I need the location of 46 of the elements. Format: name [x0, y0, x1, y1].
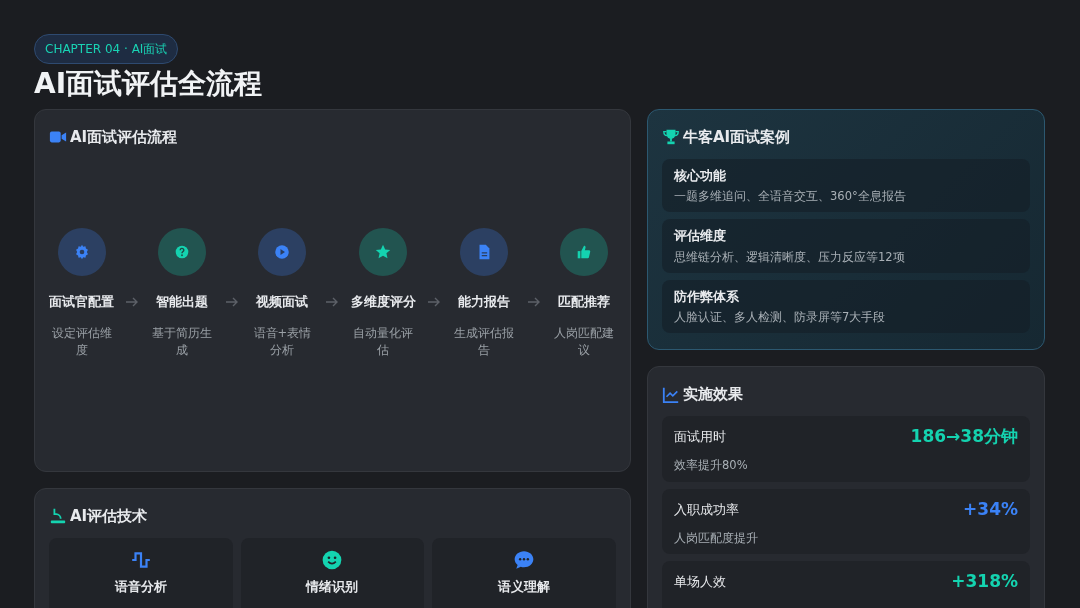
case-item-title: 核心功能 [674, 166, 727, 185]
arrow-icon [326, 296, 339, 307]
smiley-icon [321, 548, 344, 571]
step-title: 面试官配置 [49, 292, 114, 311]
metric-label: 单场人效 [674, 573, 726, 592]
card-title: AI评估技术 [70, 506, 148, 527]
case-item-title: 防作弊体系 [674, 287, 740, 306]
metric-value: +318% [951, 570, 1018, 594]
step-description: 基于简历生成 [151, 325, 214, 360]
metric-label: 面试用时 [674, 427, 726, 446]
line-chart-icon [662, 385, 680, 404]
step-title: 能力报告 [457, 292, 510, 311]
step-title: 视频面试 [256, 292, 309, 311]
tech-title: 情绪识别 [306, 577, 359, 596]
metric-value: 186→38分钟 [910, 424, 1018, 448]
metric-description: 人岗匹配度提升 [674, 530, 759, 547]
step-title: 匹配推荐 [557, 292, 610, 311]
case-item-title: 评估维度 [674, 227, 727, 245]
card-title: 牛客AI面试案例 [683, 127, 791, 148]
metric-label: 入职成功率 [674, 500, 739, 519]
arrow-icon [226, 296, 239, 307]
step-description: 生成评估报告 [452, 325, 515, 360]
chat-bubble-icon [513, 548, 536, 571]
microscope-icon [49, 507, 67, 526]
step-title: 多维度评分 [350, 292, 416, 311]
step-description: 设定评估维度 [50, 325, 113, 360]
page-title: AI面试评估全流程 [34, 66, 264, 101]
step-description: 语音+表情分析 [252, 325, 313, 360]
arrow-icon [427, 296, 440, 307]
card-title: AI面试评估流程 [70, 127, 178, 148]
metric-description: 效率提升80% [674, 457, 749, 474]
tech-title: 语音分析 [114, 577, 167, 596]
tech-title: 语义理解 [498, 577, 551, 596]
case-item-description: 人脸认证、多人检测、防录屏等7大手段 [674, 309, 887, 326]
trophy-icon [662, 128, 680, 147]
step-description: 人岗匹配建议 [552, 325, 615, 360]
chapter-badge: CHAPTER 04 · AI面试 [34, 34, 179, 64]
play-icon [273, 242, 292, 261]
step-description: 自动量化评估 [352, 325, 415, 360]
case-item-description: 一题多维追问、全语音交互、360°全息报告 [674, 188, 907, 205]
card-title: 实施效果 [683, 384, 743, 406]
metric-value: +34% [963, 497, 1018, 521]
arrow-icon [126, 296, 139, 307]
step-title: 智能出题 [156, 292, 209, 311]
case-item-description: 思维链分析、逻辑清晰度、压力反应等12项 [674, 248, 906, 265]
arrow-icon [527, 296, 540, 307]
